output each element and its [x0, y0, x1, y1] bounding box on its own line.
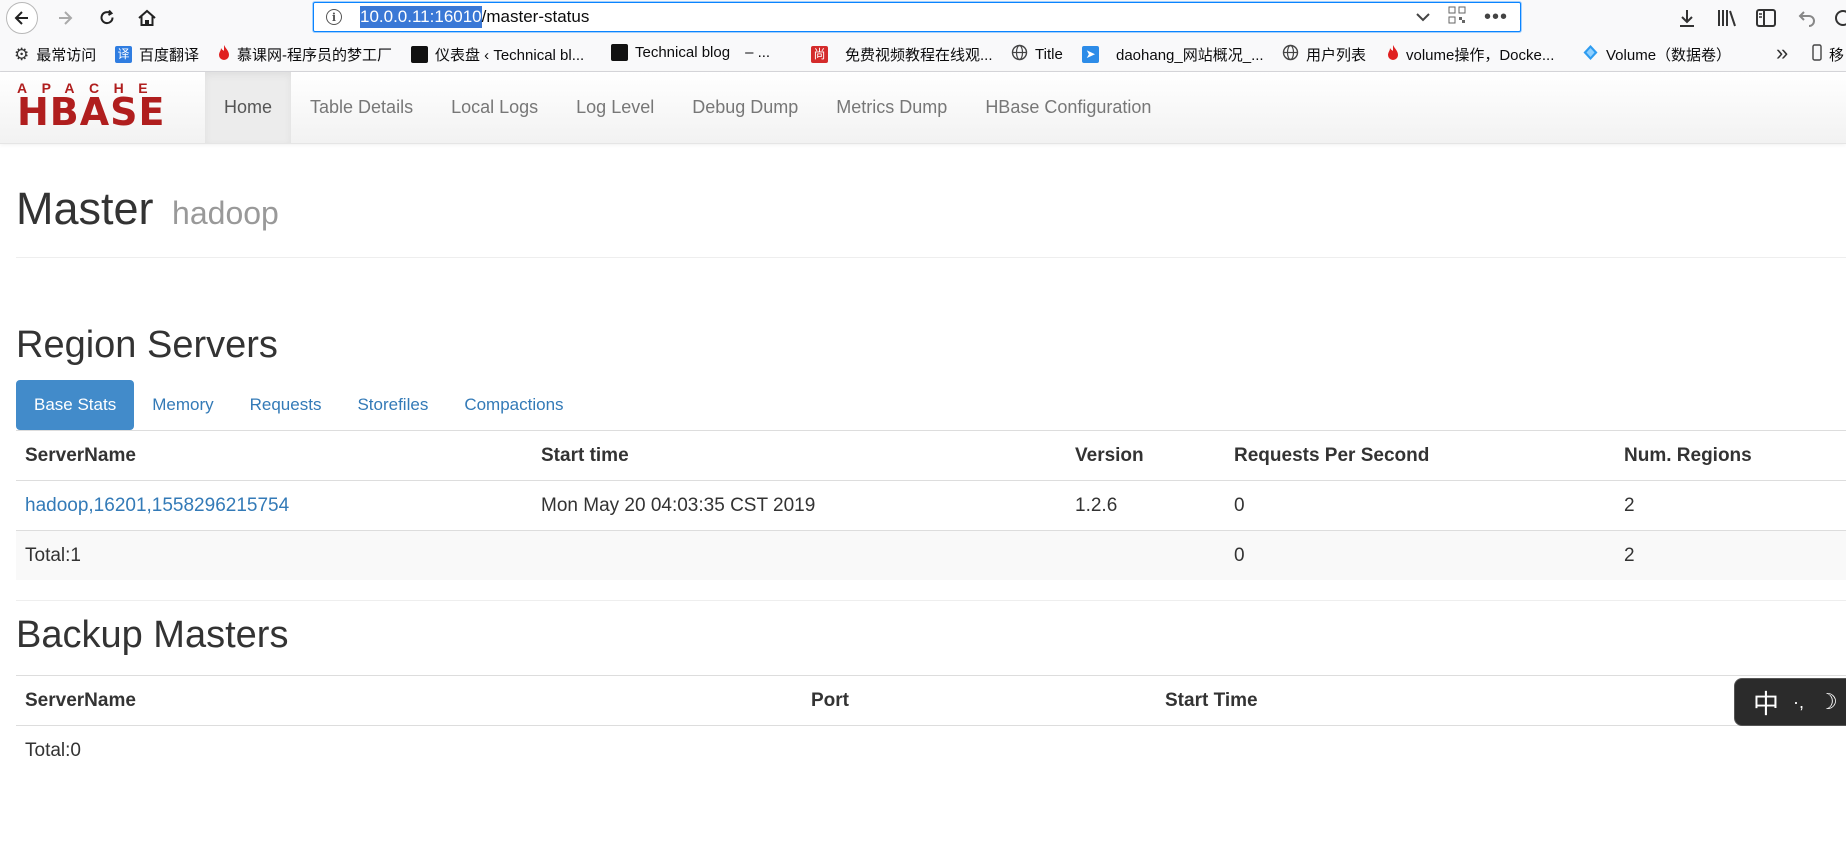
- column-header[interactable]: Version: [1066, 430, 1225, 481]
- column-header[interactable]: Start time: [532, 430, 1066, 481]
- bookmark-item[interactable]: Volume（数据卷）: [1582, 44, 1731, 65]
- server-link[interactable]: hadoop,16201,1558296215754: [25, 495, 289, 516]
- bookmark-item[interactable]: Technical blog – ...: [611, 44, 770, 61]
- qr-code-icon[interactable]: [1448, 6, 1466, 28]
- back-arrow-icon[interactable]: [6, 2, 38, 34]
- diamond-icon: [1582, 44, 1599, 65]
- bookmark-item[interactable]: 尚 免费视频教程在线观...: [811, 44, 993, 65]
- chevron-down-icon[interactable]: [1416, 9, 1430, 26]
- table-row: hadoop,16201,1558296215754 Mon May 20 04…: [16, 480, 1846, 531]
- bookmark-item[interactable]: 慕课网-程序员的梦工厂: [218, 44, 392, 65]
- backup-masters-heading: Backup Masters: [16, 614, 289, 656]
- sidebar-icon[interactable]: [1756, 4, 1776, 32]
- undo-icon[interactable]: [1796, 4, 1816, 32]
- library-icon[interactable]: [1716, 4, 1738, 32]
- main-content: Master hadoop Region Servers Base Stats …: [16, 143, 1846, 775]
- ime-language[interactable]: 中: [1753, 684, 1779, 721]
- reload-icon[interactable]: [92, 3, 122, 33]
- home-icon[interactable]: [132, 3, 162, 33]
- start-time-cell: Mon May 20 04:03:35 CST 2019: [532, 480, 1066, 531]
- page-title: Master hadoop: [16, 183, 279, 234]
- bookmark-item[interactable]: ➤ daohang_网站概况_...: [1082, 44, 1264, 65]
- tab-base-stats[interactable]: Base Stats: [16, 380, 135, 430]
- table-total-row: Total:0: [16, 725, 1846, 775]
- column-header[interactable]: ServerName: [16, 675, 802, 726]
- globe-icon: [1282, 44, 1299, 65]
- hbase-navbar: APACHE HBASE Home Table Details Local Lo…: [0, 72, 1846, 144]
- hbase-logo[interactable]: APACHE HBASE: [17, 81, 187, 131]
- nav-local-logs[interactable]: Local Logs: [432, 72, 557, 143]
- browser-toolbar: i 10.0.0.11:16010/master-status •••: [0, 0, 1846, 36]
- column-header[interactable]: ServerName: [16, 430, 532, 481]
- gear-icon: ⚙: [14, 44, 30, 64]
- tab-memory[interactable]: Memory: [134, 380, 231, 430]
- url-path: /master-status: [481, 7, 590, 26]
- bookmark-item[interactable]: Title: [1011, 44, 1063, 65]
- url-host: 10.0.0.11:16010: [360, 6, 482, 28]
- master-host: hadoop: [172, 195, 279, 231]
- nav-log-level[interactable]: Log Level: [557, 72, 673, 143]
- nav-metrics-dump[interactable]: Metrics Dump: [817, 72, 966, 143]
- dark-site-icon: [611, 44, 628, 61]
- column-header[interactable]: Port: [802, 675, 1156, 726]
- bookmark-item[interactable]: 译 百度翻译: [115, 44, 199, 65]
- bookmarks-bar: ⚙ 最常访问 译 百度翻译 慕课网-程序员的梦工厂 仪表盘 ‹ Technica…: [0, 36, 1846, 72]
- globe-icon: [1011, 44, 1028, 65]
- total-requests-cell: 0: [1225, 530, 1615, 580]
- info-icon[interactable]: i: [326, 9, 342, 25]
- column-header[interactable]: Requests Per Second: [1225, 430, 1615, 481]
- translate-icon: 译: [115, 46, 132, 63]
- bookmark-item[interactable]: 移: [1812, 44, 1844, 65]
- nav-home[interactable]: Home: [205, 72, 292, 143]
- bookmark-item[interactable]: 用户列表: [1282, 44, 1366, 65]
- backup-masters-table: ServerName Port Start Time Total:0: [16, 675, 1846, 775]
- tab-storefiles[interactable]: Storefiles: [339, 380, 446, 430]
- ime-toolbar[interactable]: 中 ·, ☽: [1734, 678, 1846, 726]
- requests-cell: 0: [1225, 480, 1615, 531]
- ime-punctuation[interactable]: ·,: [1793, 692, 1804, 713]
- bookmark-item[interactable]: 仪表盘 ‹ Technical bl...: [411, 44, 584, 65]
- column-header[interactable]: Num. Regions: [1615, 430, 1846, 481]
- nav-table-details[interactable]: Table Details: [291, 72, 432, 143]
- account-icon[interactable]: [1834, 4, 1846, 32]
- bookmark-item[interactable]: ⚙ 最常访问: [14, 44, 96, 65]
- page-header: Master hadoop: [16, 143, 1846, 258]
- tab-compactions[interactable]: Compactions: [446, 380, 581, 430]
- moon-icon[interactable]: ☽: [1818, 689, 1838, 715]
- table-header-row: ServerName Start time Version Requests P…: [16, 430, 1846, 481]
- region-servers-table: ServerName Start time Version Requests P…: [16, 430, 1846, 580]
- total-cell: Total:1: [16, 530, 532, 580]
- region-servers-tabs: Base Stats Memory Requests Storefiles Co…: [16, 380, 582, 430]
- more-options-icon[interactable]: •••: [1484, 6, 1508, 29]
- flame-icon: [1387, 44, 1399, 65]
- address-bar[interactable]: i 10.0.0.11:16010/master-status •••: [313, 2, 1521, 32]
- table-total-row: Total:1 0 2: [16, 530, 1846, 580]
- table-header-row: ServerName Port Start Time: [16, 675, 1846, 726]
- tab-requests[interactable]: Requests: [232, 380, 340, 430]
- bookmark-item[interactable]: volume操作，Docke...: [1387, 44, 1554, 65]
- region-servers-heading: Region Servers: [16, 324, 278, 366]
- total-regions-cell: 2: [1615, 530, 1846, 580]
- phone-icon: [1812, 44, 1822, 65]
- forward-arrow-icon[interactable]: [50, 3, 80, 33]
- flame-icon: [218, 44, 230, 65]
- dark-site-icon: [411, 46, 428, 63]
- total-cell: Total:0: [16, 725, 802, 775]
- hbase-menu: Home Table Details Local Logs Log Level …: [205, 72, 1170, 143]
- divider: [16, 600, 1846, 601]
- regions-cell: 2: [1615, 480, 1846, 531]
- send-icon: ➤: [1082, 46, 1099, 63]
- download-icon[interactable]: [1678, 4, 1696, 32]
- nav-debug-dump[interactable]: Debug Dump: [673, 72, 817, 143]
- bookmarks-overflow-icon[interactable]: »: [1776, 42, 1788, 64]
- version-cell: 1.2.6: [1066, 480, 1225, 531]
- red-site-icon: 尚: [811, 46, 828, 63]
- nav-hbase-configuration[interactable]: HBase Configuration: [966, 72, 1170, 143]
